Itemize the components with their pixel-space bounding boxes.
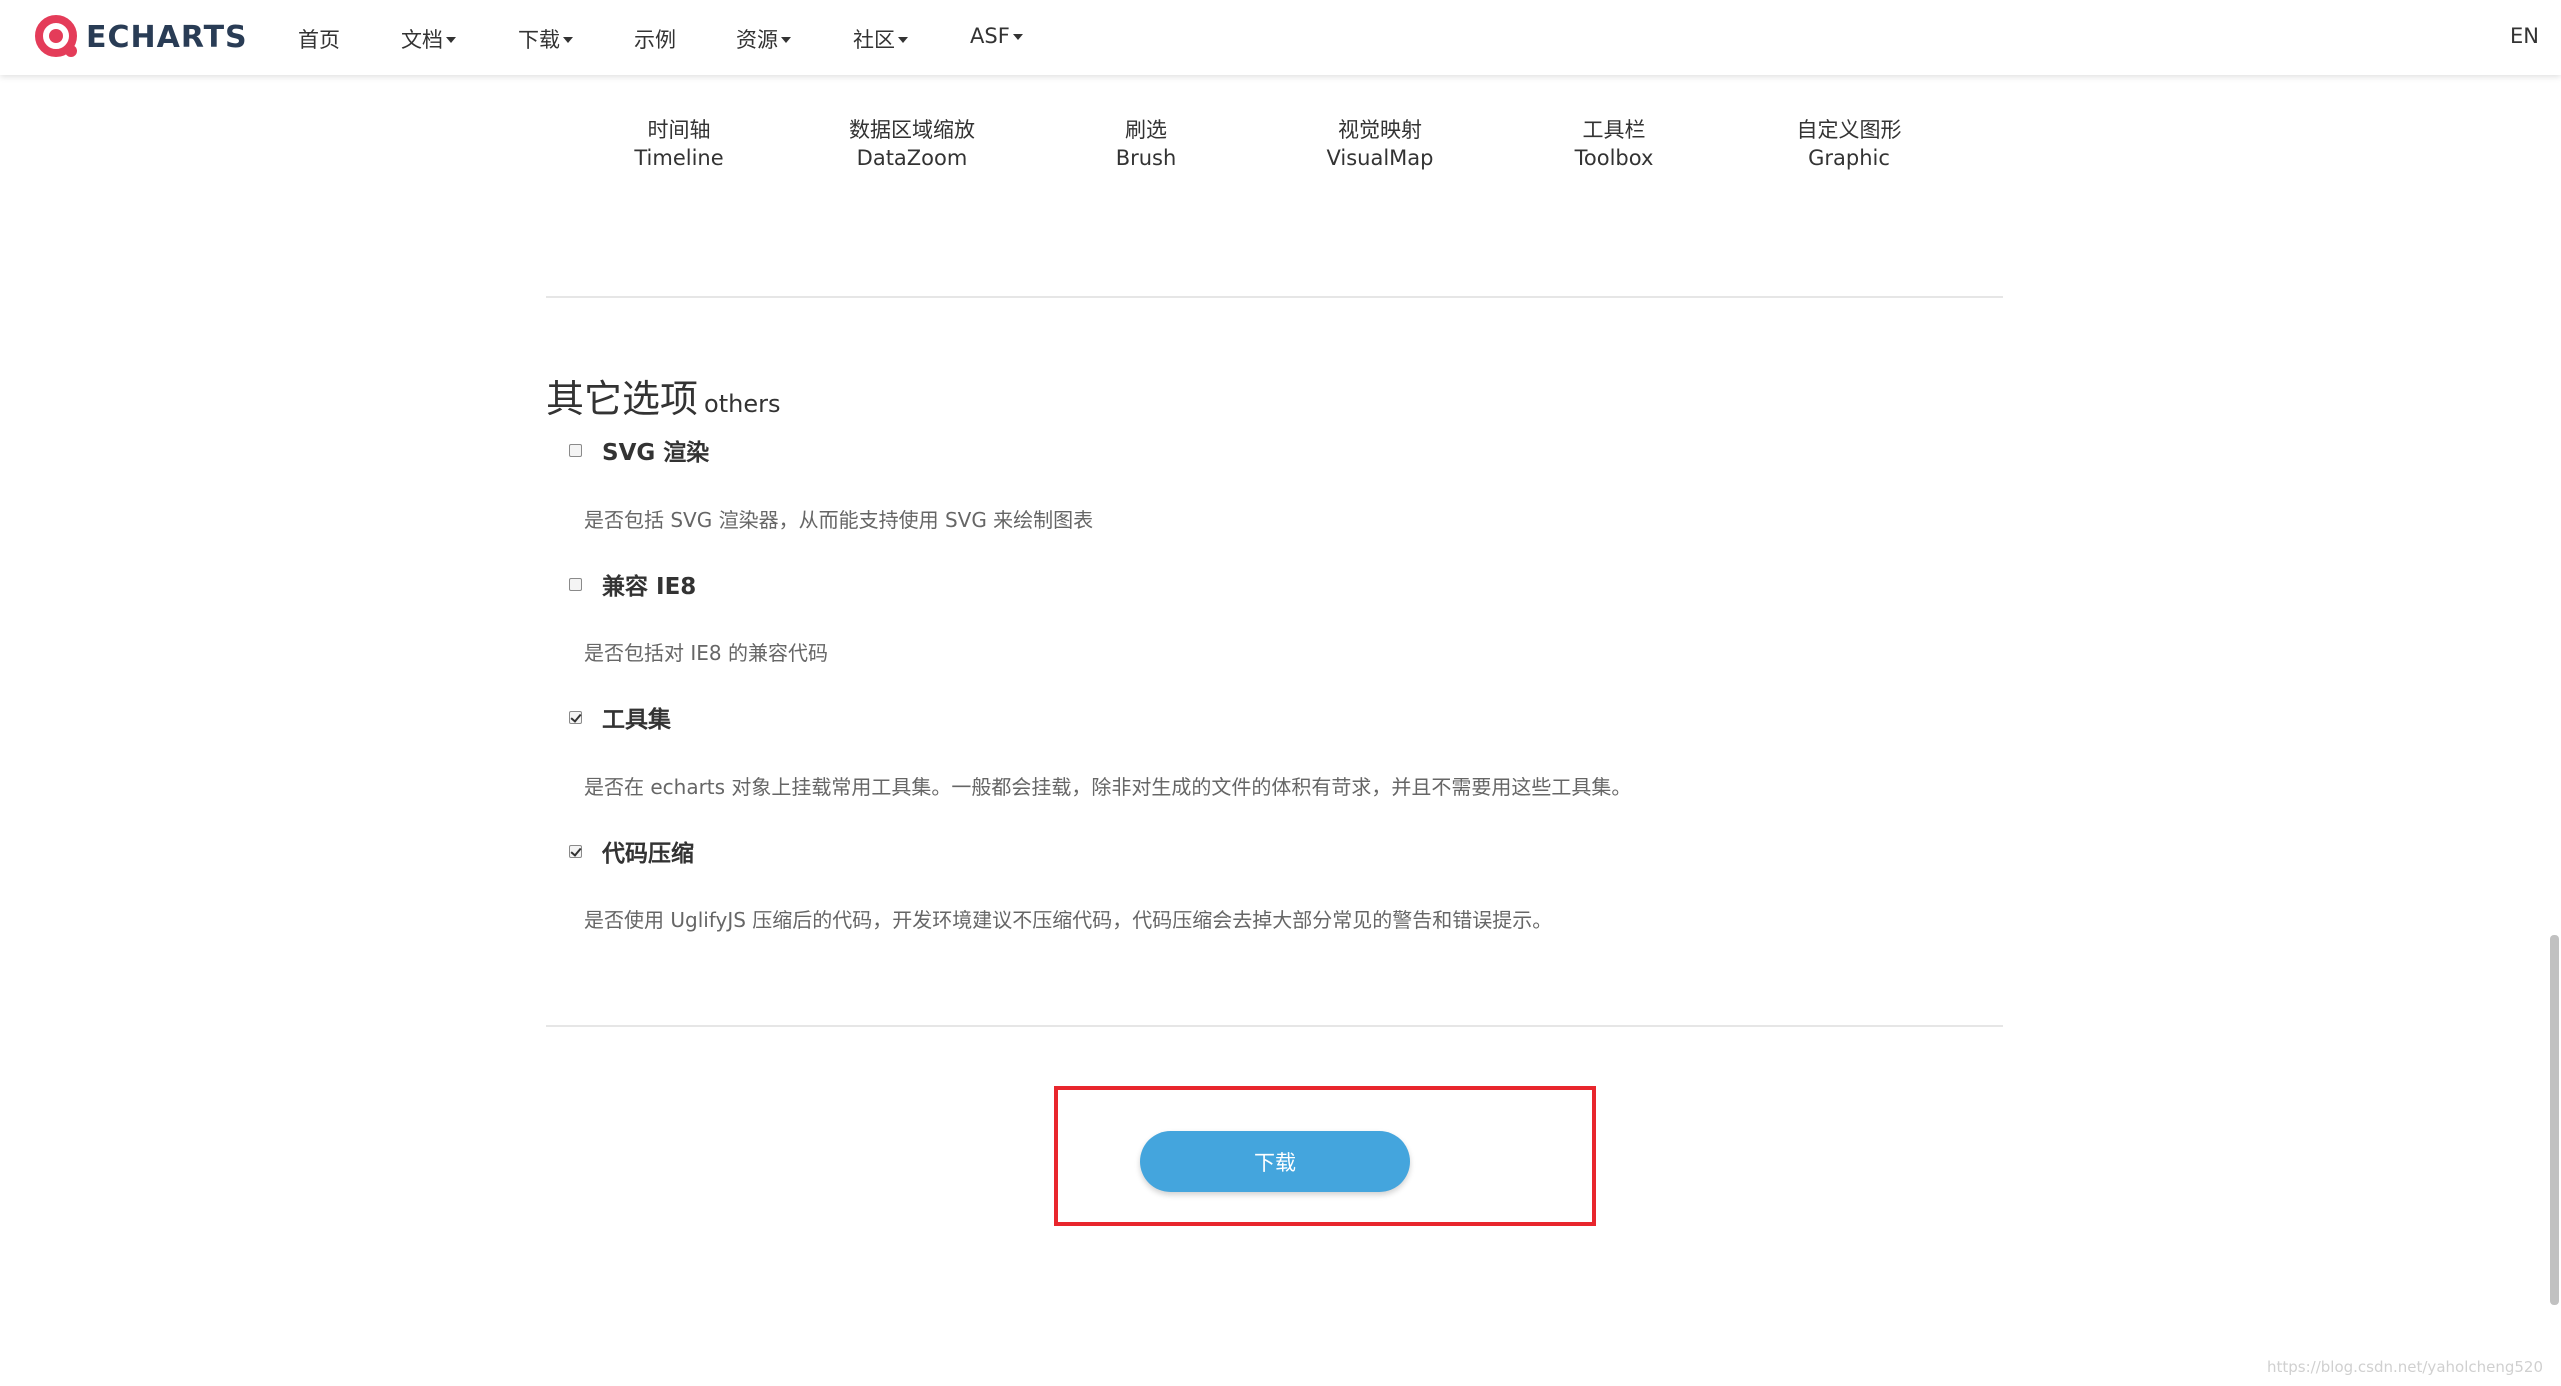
minify-checkbox[interactable] <box>569 844 582 858</box>
nav-item-label: 资源 <box>736 28 778 52</box>
component-label-en: VisualMap <box>1326 146 1434 170</box>
section-divider <box>546 1025 2003 1027</box>
component-label-en: DataZoom <box>856 146 968 170</box>
component-label-zh: 刷选 <box>1125 118 1167 142</box>
scrollbar-thumb[interactable] <box>2550 935 2559 1305</box>
component-datazoom[interactable]: 数据区域缩放 DataZoom <box>812 116 1012 172</box>
nav-item-examples[interactable]: 示例 <box>634 24 676 54</box>
component-label-en: Timeline <box>634 146 724 170</box>
option-label: 兼容 IE8 <box>602 574 697 600</box>
option-ie8-compat[interactable]: 兼容 IE8 <box>569 567 696 601</box>
caret-down-icon <box>446 37 456 43</box>
option-description: 是否包括对 IE8 的兼容代码 <box>584 641 828 665</box>
others-section-title: 其它选项 others <box>546 368 780 423</box>
option-label: SVG 渲染 <box>602 440 710 466</box>
component-graphic[interactable]: 自定义图形 Graphic <box>1749 116 1949 172</box>
option-description: 是否包括 SVG 渲染器，从而能支持使用 SVG 来绘制图表 <box>584 508 1094 532</box>
nav-item-label: 下载 <box>518 28 560 52</box>
ie8-compat-checkbox[interactable] <box>569 577 582 591</box>
nav-item-home[interactable]: 首页 <box>298 24 340 54</box>
component-label-en: Graphic <box>1808 146 1890 170</box>
nav-item-asf[interactable]: ASF <box>970 24 1023 48</box>
caret-down-icon <box>563 37 573 43</box>
download-button[interactable]: 下载 <box>1140 1131 1410 1192</box>
section-divider <box>546 296 2003 298</box>
option-description: 是否在 echarts 对象上挂载常用工具集。一般都会挂载，除非对生成的文件的体… <box>584 775 1632 799</box>
nav-item-docs[interactable]: 文档 <box>401 24 456 54</box>
option-label: 工具集 <box>602 707 671 733</box>
utils-checkbox[interactable] <box>569 710 582 724</box>
svg-renderer-checkbox[interactable] <box>569 443 582 457</box>
option-label: 代码压缩 <box>602 841 694 867</box>
component-label-en: Brush <box>1115 146 1177 170</box>
nav-item-label: 社区 <box>853 28 895 52</box>
component-timeline[interactable]: 时间轴 Timeline <box>579 116 779 172</box>
component-label-en: Toolbox <box>1574 146 1654 170</box>
caret-down-icon <box>781 37 791 43</box>
component-label-zh: 视觉映射 <box>1338 118 1422 142</box>
echarts-logo[interactable]: ECHARTS <box>34 11 248 63</box>
option-minify[interactable]: 代码压缩 <box>569 834 694 868</box>
caret-down-icon <box>898 37 908 43</box>
language-switch[interactable]: EN <box>2510 24 2539 48</box>
nav-item-label: 首页 <box>298 28 340 52</box>
option-svg-renderer[interactable]: SVG 渲染 <box>569 433 709 467</box>
component-label-zh: 自定义图形 <box>1796 118 1902 142</box>
component-label-zh: 工具栏 <box>1582 118 1646 142</box>
nav-item-label: ASF <box>970 24 1010 48</box>
option-utils[interactable]: 工具集 <box>569 700 671 734</box>
component-label-zh: 数据区域缩放 <box>849 118 975 142</box>
component-visualmap[interactable]: 视觉映射 VisualMap <box>1280 116 1480 172</box>
option-description: 是否使用 UglifyJS 压缩后的代码，开发环境建议不压缩代码，代码压缩会去掉… <box>584 908 1553 932</box>
component-label-zh: 时间轴 <box>647 118 711 142</box>
watermark-text: https://blog.csdn.net/yaholcheng520 <box>2266 1358 2543 1376</box>
component-brush[interactable]: 刷选 Brush <box>1046 116 1246 172</box>
caret-down-icon <box>1012 34 1023 40</box>
section-title-zh: 其它选项 <box>546 377 699 421</box>
nav-item-label: 文档 <box>401 28 443 52</box>
nav-item-download[interactable]: 下载 <box>518 24 573 54</box>
nav-item-community[interactable]: 社区 <box>853 24 908 54</box>
component-toolbox[interactable]: 工具栏 Toolbox <box>1514 116 1714 172</box>
nav-item-resources[interactable]: 资源 <box>736 24 791 54</box>
section-title-en: others <box>704 390 781 418</box>
top-navbar: ECHARTS 首页 文档 下载 示例 资源 社区 ASF EN <box>0 0 2561 75</box>
logo-text: ECHARTS <box>86 19 248 55</box>
nav-item-label: 示例 <box>634 28 676 52</box>
echarts-logo-icon <box>35 15 77 57</box>
